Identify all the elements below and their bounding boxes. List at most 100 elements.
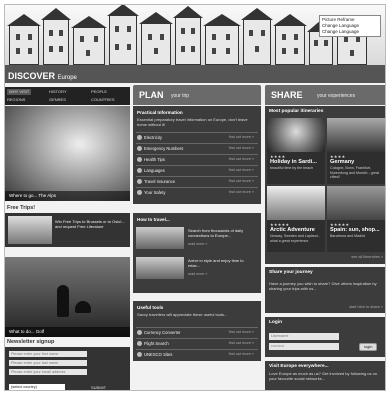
free-trips-box[interactable]: Win Free Trips to Brussels or to Oslo!..… xyxy=(5,213,130,247)
house-illustration xyxy=(241,8,273,65)
useful-tools-panel: Useful tools Savvy travellers will appre… xyxy=(133,301,261,361)
password-input[interactable]: •••••••••• xyxy=(269,343,339,350)
journey-title: Share your journey xyxy=(269,270,313,275)
photo-caption[interactable]: Where to go... The Alps xyxy=(9,193,56,198)
itinerary-image xyxy=(267,118,325,152)
practical-item-health[interactable]: Health Tips find out more » xyxy=(136,154,258,162)
item-label[interactable]: Your Safety xyxy=(144,190,166,195)
tool-item-currency[interactable]: Currency Converter find out more » xyxy=(136,327,258,335)
login-panel: Login Username •••••••••• login xyxy=(265,317,385,357)
lang-option[interactable]: Change Language xyxy=(322,29,378,35)
journey-text: Have a journey you wish to share? Give o… xyxy=(269,281,377,291)
itineraries-title: Most popular itineraries xyxy=(269,109,324,114)
practical-title: Practical Information xyxy=(137,110,183,115)
nav-why-visit[interactable]: WHY VISIT xyxy=(7,89,32,95)
nav-history[interactable]: HISTORY xyxy=(49,89,67,94)
login-button[interactable]: login xyxy=(359,343,378,351)
plan-subtitle: your trip xyxy=(171,93,190,99)
find-more-link[interactable]: find out more » xyxy=(229,146,254,150)
how-to-travel-panel: How to travel... Search from thousands o… xyxy=(133,213,261,293)
itinerary-title[interactable]: Holiday in Sardi... xyxy=(270,159,317,165)
username-input[interactable]: Username xyxy=(269,333,339,340)
item-label[interactable]: Emergency Numbers xyxy=(144,146,183,151)
alps-photo[interactable]: Where to go... The Alps xyxy=(5,106,130,201)
travel-text[interactable]: Search from thousands of daily connectio… xyxy=(188,228,256,238)
first-name-input[interactable]: Please enter your first name xyxy=(9,351,87,357)
language-selector[interactable]: Picture Reframe Change Language Change L… xyxy=(319,15,381,37)
globe-icon xyxy=(137,351,142,357)
itinerary-card[interactable]: ★★★★★ Spain: sun, shop... Barcelona and … xyxy=(327,186,385,252)
item-label[interactable]: Currency Converter xyxy=(144,330,181,335)
find-more-link[interactable]: find out more » xyxy=(229,135,254,139)
email-input[interactable]: Please enter your email address xyxy=(9,369,87,375)
read-more-link[interactable]: read more » xyxy=(188,272,207,276)
submit-button[interactable]: SUBMIT xyxy=(91,385,106,390)
itinerary-card[interactable]: ★★★★ Germany Cologne, Bonn, Frankfurt, N… xyxy=(327,118,385,184)
itinerary-image xyxy=(327,186,385,220)
itinerary-title[interactable]: Arctic Adventure xyxy=(270,227,315,233)
house-illustration xyxy=(173,6,203,65)
main-nav: WHY VISIT HISTORY PEOPLE REGIONS GENRES … xyxy=(5,87,130,105)
nav-people[interactable]: PEOPLE xyxy=(91,89,107,94)
nav-genres[interactable]: GENRES xyxy=(49,97,66,102)
currency-icon xyxy=(137,329,142,335)
itinerary-card[interactable]: ★★★★★ Arctic Adventure Norway, Sweden an… xyxy=(267,186,325,252)
find-more-link[interactable]: find out more » xyxy=(229,157,254,161)
house-illustration xyxy=(71,16,107,65)
item-label[interactable]: Languages xyxy=(144,168,165,173)
travel-text[interactable]: Arrive in style and enjoy time to relax.… xyxy=(188,258,256,268)
discover-subtitle: Europe xyxy=(57,75,77,81)
find-more-link[interactable]: find out more » xyxy=(229,330,254,334)
read-more-link[interactable]: read more » xyxy=(188,242,207,246)
page-frame: Picture Reframe Change Language Change L… xyxy=(4,4,386,391)
item-label[interactable]: Electricity xyxy=(144,135,162,140)
flight-thumbnail xyxy=(136,227,184,249)
item-label[interactable]: UNESCO Sites xyxy=(144,352,172,357)
stroller-silhouette xyxy=(75,301,91,313)
practical-item-electricity[interactable]: Electricity find out more » xyxy=(136,132,258,140)
last-name-input[interactable]: Please enter your last name xyxy=(9,360,87,366)
house-illustration xyxy=(41,8,71,65)
item-label[interactable]: Flight Search xyxy=(144,341,169,346)
itinerary-desc: Cologne, Bonn, Frankfurt, Nuremburg and … xyxy=(330,166,379,179)
item-label[interactable]: Health Tips xyxy=(144,157,165,162)
free-trips-title: Free Trips! xyxy=(7,205,36,211)
practical-item-emergency[interactable]: Emergency Numbers find out more » xyxy=(136,143,258,151)
house-illustration xyxy=(107,5,139,65)
travel-item-ferry[interactable]: Arrive in style and enjoy time to relax.… xyxy=(136,255,258,282)
country-select[interactable]: (select country) xyxy=(9,384,65,390)
find-more-link[interactable]: find out more » xyxy=(229,352,254,356)
start-sharing-link[interactable]: start here to share » xyxy=(349,305,383,309)
itinerary-desc: beautiful time by the beach xyxy=(270,166,313,170)
practical-item-insurance[interactable]: Travel Insurance find out more » xyxy=(136,176,258,184)
find-more-link[interactable]: find out more » xyxy=(229,341,254,345)
travel-item-flight[interactable]: Search from thousands of daily connectio… xyxy=(136,225,258,252)
tool-item-unesco[interactable]: UNESCO Sites find out more » xyxy=(136,349,258,357)
everywhere-title: Visit Europe everywhere... xyxy=(269,364,329,369)
lock-icon xyxy=(137,189,142,195)
house-illustration xyxy=(203,14,241,65)
find-more-link[interactable]: find out more » xyxy=(229,190,254,194)
itinerary-title[interactable]: Germany xyxy=(330,159,354,165)
tools-desc: Savvy travellers will appreciate these u… xyxy=(137,312,228,317)
find-more-link[interactable]: find out more » xyxy=(229,179,254,183)
login-title: Login xyxy=(269,320,283,325)
practical-desc: Essential preparatory travel information… xyxy=(137,117,248,127)
practical-item-languages[interactable]: Languages find out more » xyxy=(136,165,258,173)
itinerary-image xyxy=(267,186,325,220)
nav-countries[interactable]: COUNTRIES xyxy=(91,97,115,102)
practical-item-safety[interactable]: Your Safety find out more » xyxy=(136,187,258,195)
itinerary-card[interactable]: ★★★★ Holiday in Sardi... beautiful time … xyxy=(267,118,325,184)
find-more-link[interactable]: find out more » xyxy=(229,168,254,172)
see-all-itineraries-link[interactable]: see all itineraries » xyxy=(351,255,383,259)
tool-item-flight[interactable]: Flight Search find out more » xyxy=(136,338,258,346)
itinerary-title[interactable]: Spain: sun, shop... xyxy=(330,227,380,233)
free-trips-text[interactable]: Win Free Trips to Brussels or to Oslo!..… xyxy=(55,219,127,229)
nav-regions[interactable]: REGIONS xyxy=(7,97,25,102)
share-journey-panel: Share your journey Have a journey you wi… xyxy=(265,267,385,313)
social-panel: Visit Europe everywhere... Love Europe a… xyxy=(265,361,385,390)
share-subtitle: your experiences xyxy=(317,93,356,99)
item-label[interactable]: Travel Insurance xyxy=(144,179,175,184)
itineraries-panel: Most popular itineraries ★★★★ Holiday in… xyxy=(265,106,385,264)
photo-caption[interactable]: What to do... Golf xyxy=(9,329,44,334)
